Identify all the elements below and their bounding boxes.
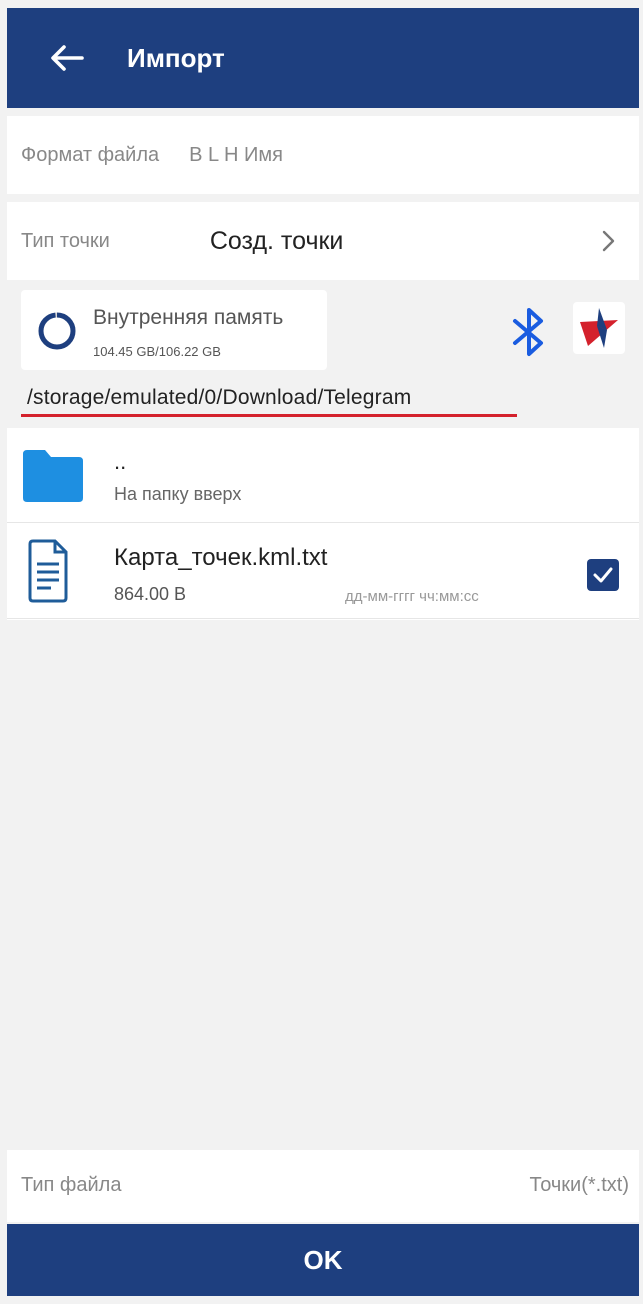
app-bar: Импорт <box>7 8 639 108</box>
point-type-label: Тип точки <box>21 229 110 252</box>
checkmark-icon <box>593 567 613 583</box>
chevron-right-icon <box>602 230 615 252</box>
point-type-value: Созд. точки <box>209 226 344 255</box>
storage-size: 104.45 GB/106.22 GB <box>93 344 221 359</box>
file-format-row: Формат файла B L H Имя <box>7 116 639 194</box>
list-item-parent-folder[interactable]: .. На папку вверх <box>7 428 639 523</box>
internal-storage-card[interactable]: Внутренняя память 104.45 GB/106.22 GB <box>21 290 327 370</box>
star-app-button[interactable] <box>573 302 625 354</box>
page-title: Импорт <box>127 42 225 73</box>
bluetooth-icon[interactable] <box>507 306 553 358</box>
path-underline <box>21 414 517 417</box>
file-size: 864.00 B <box>114 584 187 604</box>
arrow-left-icon <box>51 45 84 71</box>
file-checkbox[interactable] <box>587 559 619 591</box>
file-name: Карта_точек.kml.txt <box>114 544 328 571</box>
file-list: .. На папку вверх Карта_точек.kml.txt 86… <box>7 428 639 620</box>
parent-dots: .. <box>114 449 127 474</box>
folder-icon <box>23 450 83 502</box>
file-date: дд-мм-гггг чч:мм:сс <box>345 588 479 605</box>
screen: Импорт Формат файла B L H Имя Тип точки … <box>7 8 639 1296</box>
file-type-row[interactable]: Тип файла Точки(*.txt) <box>7 1150 639 1222</box>
document-icon <box>28 539 68 603</box>
list-item-file[interactable]: Карта_точек.kml.txt 864.00 B дд-мм-гггг … <box>7 524 639 619</box>
file-format-label: Формат файла <box>21 143 160 166</box>
file-type-label: Тип файла <box>21 1174 122 1196</box>
file-type-value: Точки(*.txt) <box>529 1174 629 1196</box>
point-type-row[interactable]: Тип точки Созд. точки <box>7 202 639 280</box>
storage-name: Внутренняя память <box>93 306 284 329</box>
ok-button[interactable]: OK <box>7 1224 639 1296</box>
storage-usage-ring-icon <box>38 312 76 350</box>
back-button[interactable] <box>43 34 91 82</box>
file-format-value: B L H Имя <box>189 143 283 166</box>
storage-area: Внутренняя память 104.45 GB/106.22 GB /s… <box>7 280 639 428</box>
current-path: /storage/emulated/0/Download/Telegram <box>27 386 412 409</box>
star-app-icon <box>580 308 618 348</box>
parent-folder-label: На папку вверх <box>114 484 242 504</box>
